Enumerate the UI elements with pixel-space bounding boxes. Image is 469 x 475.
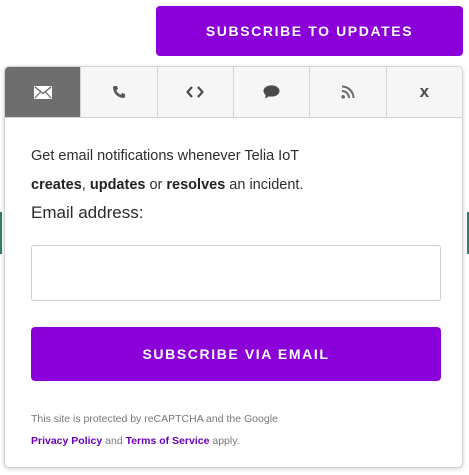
legal-suffix: apply. [209, 435, 240, 447]
desc-suffix: an incident. [225, 177, 304, 193]
email-input[interactable] [31, 245, 441, 301]
desc-updates: updates [89, 177, 146, 193]
close-icon: x [419, 82, 430, 101]
recaptcha-notice: This site is protected by reCAPTCHA and … [31, 408, 436, 452]
phone-icon [112, 85, 126, 99]
desc-or: or [145, 177, 167, 193]
email-label: Email address: [31, 203, 144, 222]
terms-of-service-link[interactable]: Terms of Service [126, 435, 210, 447]
privacy-policy-link[interactable]: Privacy Policy [31, 435, 102, 447]
subscribe-popup: x Get email notifications whenever Telia… [4, 66, 463, 468]
desc-resolves: resolves [166, 177, 226, 193]
legal-text: This site is protected by reCAPTCHA and … [31, 413, 278, 425]
code-icon [186, 86, 204, 98]
tab-chat[interactable] [234, 67, 311, 117]
chat-bubble-icon [263, 85, 280, 99]
tab-email[interactable] [5, 67, 82, 117]
desc-prefix: Get email notifications whenever Telia I… [31, 148, 300, 164]
subscribe-to-updates-button[interactable]: SUBSCRIBE TO UPDATES [156, 6, 463, 56]
tab-webhook[interactable] [158, 67, 234, 117]
tab-sms[interactable] [81, 67, 158, 117]
subscribe-tabs: x [5, 67, 462, 118]
email-form: Get email notifications whenever Telia I… [5, 142, 462, 452]
email-description: Get email notifications whenever Telia I… [31, 142, 436, 200]
desc-comma: , [81, 177, 90, 193]
subscribe-via-email-button[interactable]: SUBSCRIBE VIA EMAIL [31, 327, 441, 381]
background-border-left [0, 212, 2, 254]
legal-and: and [102, 435, 126, 447]
tab-rss[interactable] [310, 67, 387, 117]
desc-creates: creates [31, 177, 82, 193]
envelope-icon [33, 85, 52, 99]
rss-icon [341, 85, 355, 99]
page: SUBSCRIBE TO UPDATES x Get email notific… [0, 0, 469, 475]
tab-close[interactable]: x [387, 67, 462, 117]
